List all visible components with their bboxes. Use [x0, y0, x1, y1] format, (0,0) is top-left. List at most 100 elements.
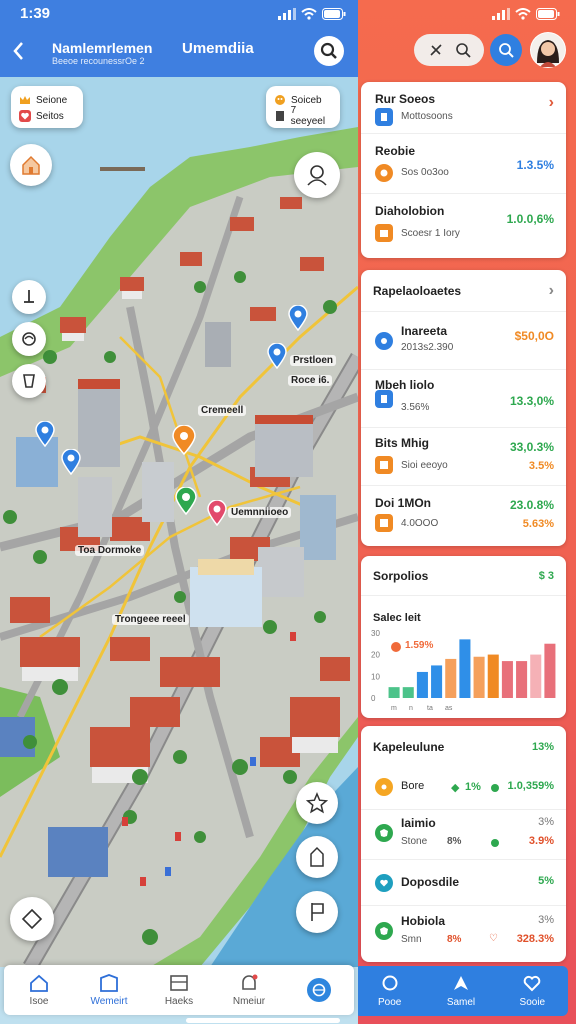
- list-item[interactable]: Doi 1MOn 4.0OOO 23.0.8% 5.63%: [361, 486, 566, 544]
- back-button[interactable]: [8, 36, 30, 66]
- tab-list[interactable]: Haeks: [144, 965, 214, 1015]
- heart-outline-icon: ♡: [489, 933, 498, 944]
- map-pin[interactable]: [35, 421, 55, 447]
- bell-icon: [242, 974, 258, 990]
- list-item[interactable]: Reobie Sos 0o3oo 1.3.5%: [361, 134, 566, 194]
- tab-label: Wemeirt: [90, 995, 128, 1007]
- map-info-card-left[interactable]: Seione Seitos: [11, 86, 83, 128]
- list-item[interactable]: Doposdile 5%: [361, 860, 566, 906]
- tab-home[interactable]: Isoe: [4, 965, 74, 1015]
- tab-favorites[interactable]: Sooie: [497, 966, 568, 1016]
- search-button[interactable]: [490, 34, 522, 66]
- item-value: 13.3,0%: [509, 394, 554, 408]
- wifi-icon: [515, 8, 531, 20]
- list-item[interactable]: Hobiola Smn 8% ♡ 3% 328.3%: [361, 906, 566, 960]
- list-item[interactable]: Diaholobion Scoesr 1 Iory 1.0.0,6%: [361, 194, 566, 256]
- recent-button[interactable]: [12, 364, 46, 398]
- map-pin[interactable]: [288, 305, 308, 331]
- location-button[interactable]: [296, 836, 338, 878]
- home-indicator: [186, 1018, 340, 1023]
- diamond-icon: [21, 908, 43, 930]
- search-icon: [382, 975, 398, 991]
- signal-icon: [278, 8, 296, 20]
- tab-map[interactable]: Wemeirt: [74, 965, 144, 1015]
- tab-notifications[interactable]: Nmeiur: [214, 965, 284, 1015]
- chart-bar[interactable]: [445, 658, 457, 698]
- tab-globe[interactable]: [284, 965, 354, 1015]
- map-pin[interactable]: [61, 449, 81, 475]
- star-icon: [306, 792, 328, 814]
- status-bar-right: [358, 0, 576, 30]
- map-pin[interactable]: [207, 500, 227, 526]
- search-button[interactable]: [314, 36, 344, 66]
- chart-bar[interactable]: [416, 671, 428, 698]
- green-dot-icon: [491, 839, 499, 847]
- map-pin[interactable]: [175, 487, 197, 515]
- globe-button[interactable]: [307, 978, 331, 1002]
- chart-bar[interactable]: [431, 665, 443, 698]
- item-sub: Scoesr 1 Iory: [401, 228, 460, 239]
- card-header[interactable]: Kapeleulune 13%: [361, 726, 566, 768]
- map-card-line2: Seitos: [36, 110, 64, 122]
- tool-pill[interactable]: [414, 34, 484, 66]
- chart-bar[interactable]: [544, 643, 556, 698]
- map-header: Namlemrlemen Beeoe recounessrOe 2 Umemdi…: [0, 30, 358, 77]
- card-title: Kapeleulune: [373, 740, 445, 754]
- list-item[interactable]: Rur Soeos Mottosoons ›: [361, 82, 566, 134]
- layers-button[interactable]: [12, 322, 46, 356]
- flag-button[interactable]: [296, 891, 338, 933]
- card-header[interactable]: Rapelaoloaetes ›: [361, 270, 566, 312]
- map-illustration: [0, 77, 358, 967]
- tools-icon: [429, 44, 442, 56]
- tab-search[interactable]: Pooe: [358, 966, 425, 1016]
- chart-bar[interactable]: [487, 654, 499, 698]
- item-sub: 4.0OOO: [401, 518, 439, 529]
- tab-explore[interactable]: Samel: [425, 966, 496, 1016]
- map-card-line1: Soiceb: [291, 94, 322, 106]
- favorite-button[interactable]: [296, 782, 338, 824]
- item-value-secondary: 3.9%: [528, 835, 554, 847]
- card-badge: $ 3: [538, 569, 554, 582]
- tab-label: Haeks: [164, 995, 194, 1007]
- draw-area-button[interactable]: [10, 897, 54, 941]
- chart-bar[interactable]: [473, 656, 485, 698]
- map-pin[interactable]: [172, 425, 196, 455]
- item-value: 1.3.5%: [516, 158, 554, 172]
- flag-icon: [311, 903, 324, 921]
- chart-bar[interactable]: [388, 687, 400, 698]
- profile-layer-button[interactable]: [294, 152, 340, 198]
- map-icon: [100, 973, 118, 992]
- item-sub: Sos 0o3oo: [401, 167, 449, 178]
- list-icon: [170, 974, 188, 991]
- card-header[interactable]: Sorpolios $ 3: [361, 556, 566, 596]
- chart-bar[interactable]: [516, 661, 528, 698]
- chart-bar[interactable]: [501, 661, 513, 698]
- list-item[interactable]: Iaimio Stone 8% 3% 3.9%: [361, 810, 566, 860]
- list-item[interactable]: Inareeta 2013s2.390 $50,0O: [361, 312, 566, 370]
- item-name: Bits Mhig: [375, 436, 429, 450]
- tab-label: Nmeiur: [232, 995, 266, 1007]
- item-sub: 2013s2.390: [401, 342, 454, 353]
- chart-bar[interactable]: [459, 639, 471, 698]
- coin-icon: [375, 778, 393, 796]
- y-tick-label: 10: [371, 672, 380, 681]
- green-dot-icon: [491, 784, 499, 792]
- search-icon: [499, 43, 514, 58]
- map-pin[interactable]: [267, 343, 287, 369]
- map-info-card-right[interactable]: Soiceb 7 seeyeel: [266, 86, 340, 128]
- chart-bar[interactable]: [530, 654, 542, 698]
- item-sub: Mottosoons: [401, 111, 453, 122]
- avatar[interactable]: [530, 32, 566, 68]
- status-icons: [492, 8, 560, 20]
- chart-bar[interactable]: [402, 687, 414, 698]
- search-icon: [455, 43, 471, 58]
- map-view[interactable]: Prstloen Roce i6. Cremeell Uemnniioeo To…: [0, 77, 358, 967]
- list-item[interactable]: Bits Mhig Sioi eeoyo 33,0.3% 3.5%: [361, 428, 566, 486]
- list-item[interactable]: Mbeh liolo 3.56% 13.3,0%: [361, 370, 566, 428]
- wifi-icon: [301, 8, 317, 20]
- home-location-button[interactable]: [10, 144, 52, 186]
- item-value: 5%: [538, 875, 554, 887]
- compass-button[interactable]: [12, 280, 46, 314]
- chevron-left-icon: [13, 42, 23, 60]
- list-item[interactable]: Bore ◆ 1% 1.0,359%: [361, 768, 566, 810]
